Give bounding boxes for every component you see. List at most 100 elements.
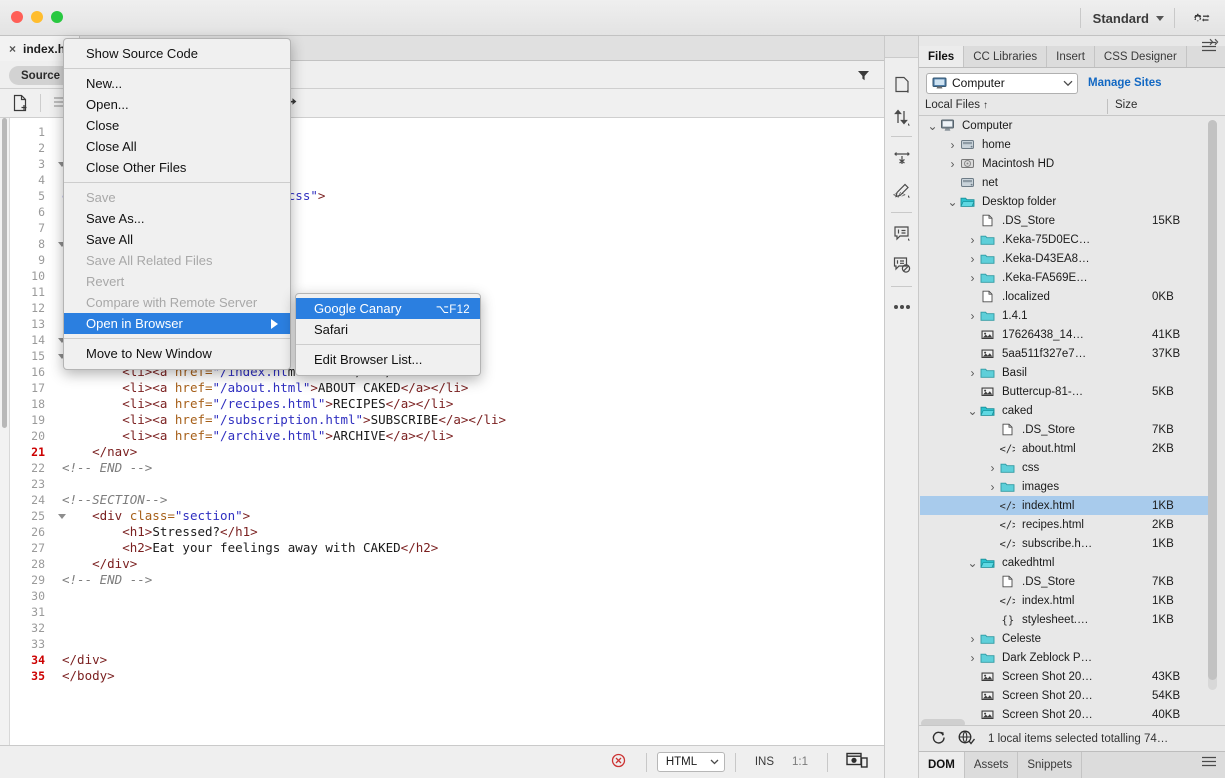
panel-tab-cc-libraries[interactable]: CC Libraries — [964, 46, 1048, 67]
file-tree-row[interactable]: › .Keka-75D0EC… — [920, 230, 1210, 249]
file-tree-row[interactable]: › Macintosh HD — [920, 154, 1210, 173]
chevron-right-icon[interactable]: › — [967, 233, 978, 247]
zoom-window-button[interactable] — [51, 11, 63, 23]
file-tree-row[interactable]: ⌄ caked — [920, 401, 1210, 420]
file-tree-row[interactable]: Screen Shot 20… 43KB — [920, 667, 1210, 686]
new-file-button[interactable] — [0, 94, 40, 112]
file-tree-row[interactable]: › Celeste — [920, 629, 1210, 648]
menu-item-move-to-new-window[interactable]: Move to New Window — [64, 343, 290, 364]
file-tree-row[interactable]: {} stylesheet.… 1KB — [920, 610, 1210, 629]
chevron-right-icon[interactable]: › — [967, 632, 978, 646]
menu-item-close-all[interactable]: Close All — [64, 136, 290, 157]
file-tree-row[interactable]: Buttercup-81-… 5KB — [920, 382, 1210, 401]
menu-item-save-all[interactable]: Save All — [64, 229, 290, 250]
file-tree-row[interactable]: .DS_Store 7KB — [920, 572, 1210, 591]
workspace-switcher[interactable]: Standard — [1083, 7, 1172, 30]
panel-tab-css-designer[interactable]: CSS Designer — [1095, 46, 1187, 67]
file-tree-row[interactable]: Screen Shot 20… 54KB — [920, 686, 1210, 705]
bottom-tab-dom[interactable]: DOM — [919, 752, 965, 778]
chevron-right-icon[interactable]: › — [987, 480, 998, 494]
scrollbar-thumb[interactable] — [1208, 120, 1217, 680]
chevron-down-icon[interactable]: ⌄ — [967, 557, 978, 569]
doctype-select[interactable]: HTML — [656, 752, 725, 772]
bottom-tab-snippets[interactable]: Snippets — [1018, 752, 1083, 778]
file-tree-row[interactable]: › css — [920, 458, 1210, 477]
submenu-item-google-canary[interactable]: Google Canary ⌥F12 — [296, 298, 480, 319]
panel-menu-button[interactable] — [1201, 41, 1217, 55]
file-tree[interactable]: ⌄ Computer › home › Macintosh HD net ⌄ Desktop f… — [920, 116, 1210, 764]
folder-icon — [980, 273, 995, 283]
bottom-tab-assets[interactable]: Assets — [965, 752, 1019, 778]
close-window-button[interactable] — [11, 11, 23, 23]
chevron-right-icon[interactable]: › — [947, 138, 958, 152]
file-tree-row[interactable]: › .Keka-D43EA8… — [920, 249, 1210, 268]
file-tree-row-selected[interactable]: </> index.html 1KB — [920, 496, 1210, 515]
menu-item-open-in-browser[interactable]: Open in Browser — [64, 313, 290, 334]
menu-item-show-source-code[interactable]: Show Source Code — [64, 43, 290, 64]
close-icon[interactable]: × — [9, 43, 16, 55]
refresh-button[interactable] — [931, 730, 946, 748]
menu-item-open[interactable]: Open... — [64, 94, 290, 115]
file-tree-row[interactable]: 17626438_14… 41KB — [920, 325, 1210, 344]
chevron-right-icon[interactable]: › — [967, 271, 978, 285]
live-preview-button[interactable] — [846, 752, 868, 772]
error-indicator-button[interactable] — [611, 753, 626, 771]
chevron-right-icon[interactable]: › — [947, 157, 958, 171]
menu-item-new[interactable]: New... — [64, 73, 290, 94]
open-in-browser-submenu[interactable]: Google Canary ⌥F12 Safari Edit Browser List… — [295, 293, 481, 376]
chevron-down-icon[interactable]: ⌄ — [967, 405, 978, 417]
file-tree-row[interactable]: › home — [920, 135, 1210, 154]
submenu-item-safari[interactable]: Safari — [296, 319, 480, 340]
rail-apply-comment-button[interactable]: </> — [885, 175, 918, 205]
size-column-header[interactable]: Size — [1115, 99, 1137, 111]
file-tree-row[interactable]: .DS_Store 7KB — [920, 420, 1210, 439]
file-tree-row[interactable]: 5aa511f327e7… 37KB — [920, 344, 1210, 363]
panel-tab-insert[interactable]: Insert — [1047, 46, 1095, 67]
file-tree-scrollbar[interactable] — [1208, 120, 1217, 690]
file-tree-row[interactable]: › 1.4.1 — [920, 306, 1210, 325]
menu-item-close-other-files[interactable]: Close Other Files — [64, 157, 290, 178]
chevron-right-icon[interactable]: › — [967, 651, 978, 665]
rail-remove-comment-button[interactable] — [885, 250, 918, 280]
file-tree-row[interactable]: </> recipes.html 2KB — [920, 515, 1210, 534]
insert-mode-label[interactable]: INS — [755, 756, 774, 768]
file-tree-row[interactable]: .localized 0KB — [920, 287, 1210, 306]
local-files-column-header[interactable]: Local Files ↑ — [925, 99, 988, 111]
manage-sites-link[interactable]: Manage Sites — [1088, 77, 1162, 89]
file-tree-row[interactable]: .DS_Store 15KB — [920, 211, 1210, 230]
more-options-icon — [893, 305, 910, 309]
file-tree-row[interactable]: › Dark Zeblock P… — [920, 648, 1210, 667]
menu-item-save-as[interactable]: Save As... — [64, 208, 290, 229]
minimize-window-button[interactable] — [31, 11, 43, 23]
filter-button[interactable] — [857, 69, 870, 85]
rail-more-button[interactable] — [885, 292, 918, 322]
chevron-right-icon[interactable]: › — [967, 252, 978, 266]
file-context-menu[interactable]: Show Source Code New... Open... Close Close … — [63, 38, 291, 370]
synchronize-button[interactable] — [958, 730, 976, 748]
file-tree-row[interactable]: net — [920, 173, 1210, 192]
chevron-down-icon[interactable]: ⌄ — [947, 196, 958, 208]
chevron-right-icon[interactable]: › — [967, 366, 978, 380]
rail-add-comment-button[interactable] — [885, 218, 918, 248]
chevron-right-icon[interactable]: › — [967, 309, 978, 323]
file-tree-row[interactable]: </> index.html 1KB — [920, 591, 1210, 610]
file-tree-row[interactable]: › Basil — [920, 363, 1210, 382]
file-tree-row[interactable]: ⌄ Desktop folder — [920, 192, 1210, 211]
file-tree-row[interactable]: ⌄ Computer — [920, 116, 1210, 135]
file-tree-row[interactable]: › images — [920, 477, 1210, 496]
file-tree-row[interactable]: </> about.html 2KB — [920, 439, 1210, 458]
rail-file-button[interactable] — [885, 70, 918, 100]
rail-format-source-button[interactable] — [885, 143, 918, 173]
chevron-right-icon[interactable]: › — [987, 461, 998, 475]
file-tree-row[interactable]: </> subscribe.h… 1KB — [920, 534, 1210, 553]
gear-sync-settings-button[interactable] — [1177, 11, 1225, 26]
file-tree-row[interactable]: › .Keka-FA569E… — [920, 268, 1210, 287]
bottom-panel-menu-button[interactable] — [1201, 756, 1217, 770]
site-select[interactable]: Computer — [926, 72, 1078, 94]
submenu-item-edit-browser-list[interactable]: Edit Browser List... — [296, 349, 480, 370]
menu-item-close[interactable]: Close — [64, 115, 290, 136]
chevron-down-icon[interactable]: ⌄ — [927, 120, 938, 132]
rail-transfer-button[interactable] — [885, 102, 918, 132]
panel-tab-files[interactable]: Files — [919, 46, 965, 67]
file-tree-row[interactable]: ⌄ cakedhtml — [920, 553, 1210, 572]
